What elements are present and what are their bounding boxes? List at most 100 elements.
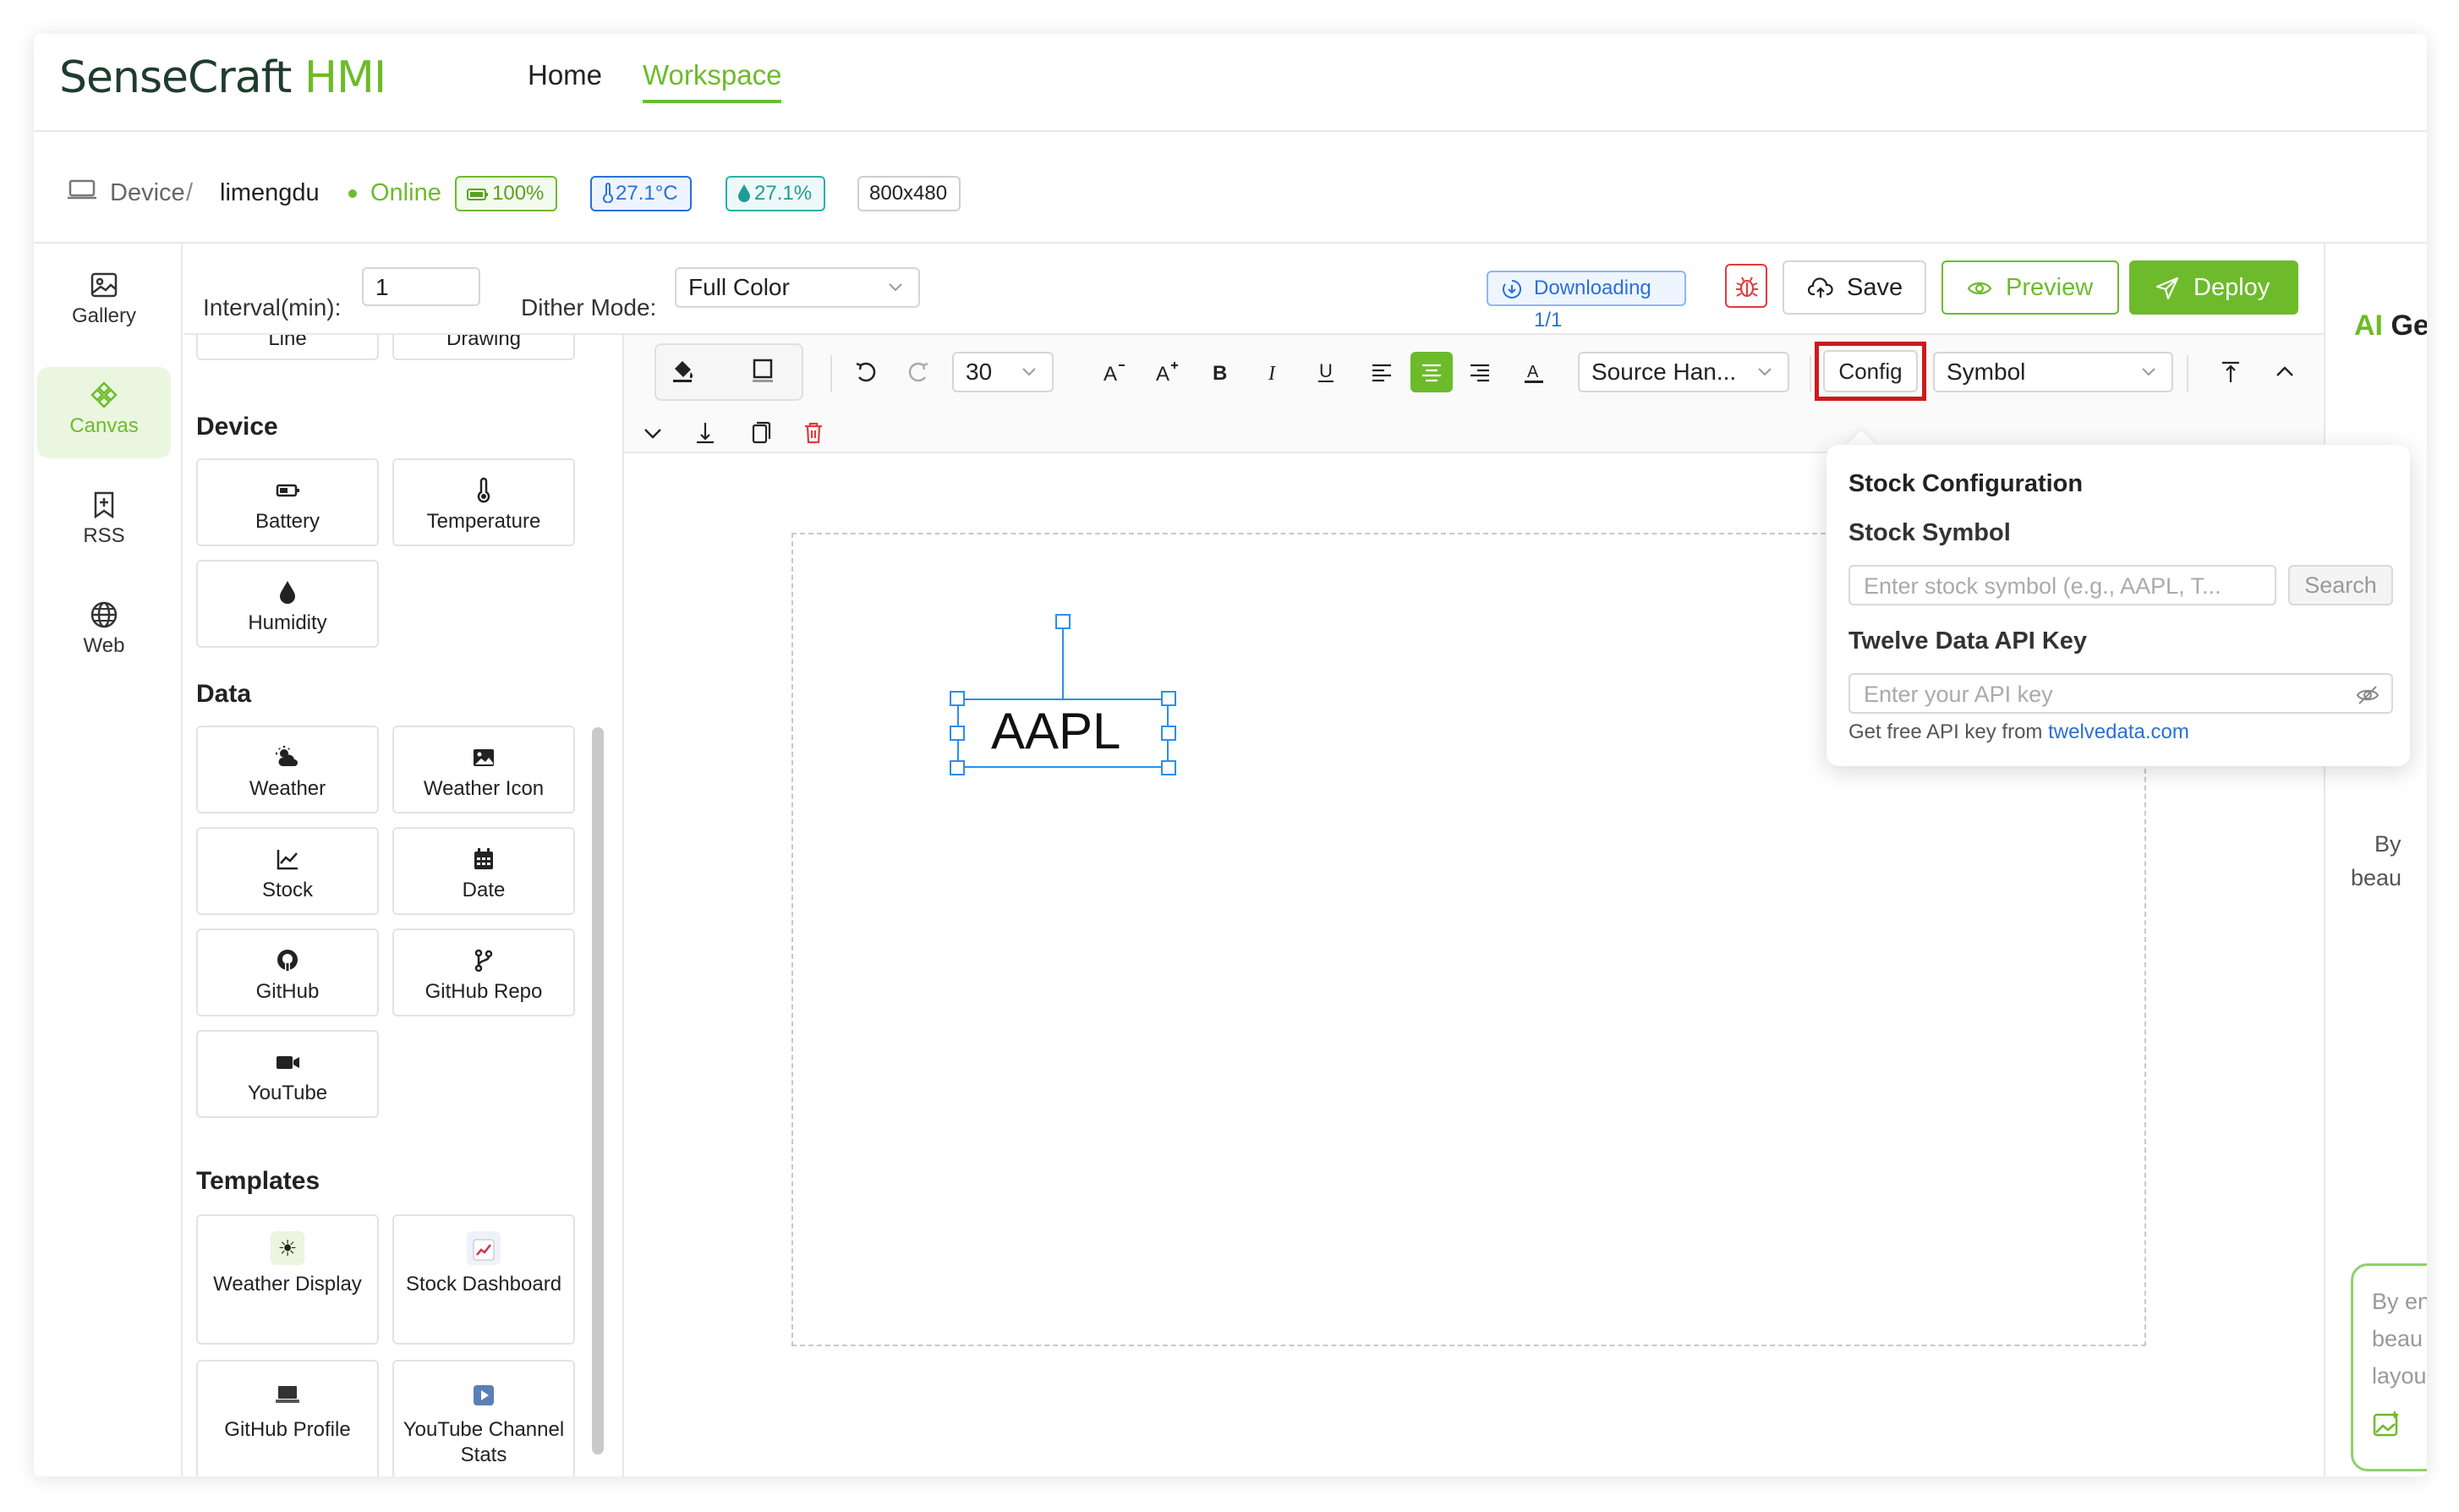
align-right-icon[interactable] — [1466, 359, 1493, 386]
debug-button[interactable] — [1725, 264, 1767, 308]
play-glyph — [474, 1385, 494, 1406]
breadcrumb-separator: / — [186, 179, 194, 206]
widget-github-repo[interactable]: GitHub Repo — [392, 929, 575, 1016]
top-nav: SenseCraft HMI Home Workspace — [34, 34, 2427, 132]
rail-item-web[interactable]: Web — [37, 587, 171, 678]
image-add-icon[interactable] — [2372, 1410, 2402, 1440]
template-weather-display[interactable]: ☀ Weather Display — [196, 1214, 379, 1345]
decrease-font-icon[interactable]: A — [1101, 359, 1128, 386]
line-chart-icon — [277, 850, 298, 870]
widget-youtube[interactable]: YouTube — [196, 1030, 379, 1118]
api-key-input[interactable]: Enter your API key — [1848, 673, 2393, 714]
move-up-icon[interactable] — [2271, 359, 2298, 386]
widget-date[interactable]: Date — [392, 827, 575, 915]
stock-symbol-label: Stock Symbol — [1848, 519, 2011, 546]
template-label: YouTube Channel Stats — [403, 1418, 565, 1466]
bring-to-front-icon[interactable] — [2217, 359, 2244, 386]
deploy-label: Deploy — [2193, 274, 2270, 301]
chevron-down-icon — [2142, 368, 2155, 376]
deploy-button[interactable]: Deploy — [2129, 260, 2298, 315]
template-youtube-channel-stats[interactable]: YouTube Channel Stats — [392, 1360, 575, 1476]
symbol-type-select[interactable]: Symbol — [1933, 352, 2173, 392]
rail-item-rss[interactable]: RSS — [37, 477, 171, 568]
font-family-select[interactable]: Source Han... — [1578, 352, 1789, 392]
resize-handle-e[interactable] — [1161, 726, 1176, 741]
resize-handle-sw[interactable] — [950, 760, 965, 775]
widget-stock[interactable]: Stock — [196, 827, 379, 915]
separator — [830, 355, 832, 392]
widget-label: Weather — [249, 777, 326, 800]
italic-icon[interactable]: I — [1260, 359, 1287, 386]
template-stock-dashboard[interactable]: Stock Dashboard — [392, 1214, 575, 1345]
ai-prompt-input[interactable]: By en beau layou — [2351, 1263, 2427, 1471]
nav-home[interactable]: Home — [528, 59, 602, 91]
laptop-icon — [271, 1377, 304, 1411]
resize-handle-nw[interactable] — [950, 691, 965, 706]
rail-item-canvas[interactable]: Canvas — [37, 367, 171, 458]
widget-weather[interactable]: Weather — [196, 726, 379, 814]
resolution-badge: 800x480 — [857, 176, 961, 211]
widget-temperature[interactable]: Temperature — [392, 458, 575, 546]
api-key-label: Twelve Data API Key — [1848, 627, 2088, 655]
api-key-note: Get free API key from twelvedata.com — [1848, 720, 2189, 744]
dither-select[interactable]: Full Color — [675, 267, 920, 308]
resize-handle-w[interactable] — [950, 726, 965, 741]
align-center-button[interactable] — [1410, 352, 1453, 392]
widget-label: Drawing — [446, 335, 522, 350]
duplicate-icon[interactable] — [746, 419, 773, 446]
underline-icon[interactable]: U — [1312, 359, 1339, 386]
resize-handle-se[interactable] — [1161, 760, 1176, 775]
widget-drawing[interactable]: Drawing — [392, 335, 575, 360]
border-icon[interactable] — [749, 357, 776, 384]
widget-humidity[interactable]: Humidity — [196, 560, 379, 648]
send-icon — [2155, 277, 2179, 300]
preview-button[interactable]: Preview — [1941, 260, 2119, 315]
canvas-icon — [90, 381, 118, 408]
downloading-status[interactable]: Downloading 1/1 — [1487, 271, 1686, 331]
move-down-icon[interactable] — [639, 419, 666, 446]
droplet-icon — [738, 184, 750, 202]
stock-symbol-text[interactable]: AAPL — [991, 702, 1120, 760]
rotate-handle[interactable] — [1055, 614, 1071, 629]
redo-icon[interactable] — [905, 359, 932, 386]
align-left-icon[interactable] — [1368, 359, 1395, 386]
font-size-select[interactable]: 30 — [952, 352, 1054, 392]
widget-battery[interactable]: Battery — [196, 458, 379, 546]
widget-line[interactable]: Line — [196, 335, 379, 360]
increase-font-icon[interactable]: A — [1153, 359, 1180, 386]
stock-symbol-input[interactable]: Enter stock symbol (e.g., AAPL, T... — [1848, 565, 2276, 605]
ai-panel-title: AI Ger — [2354, 310, 2427, 342]
rail-item-gallery[interactable]: Gallery — [37, 257, 171, 348]
breadcrumb-device[interactable]: Device — [110, 179, 185, 207]
template-github-profile[interactable]: GitHub Profile — [196, 1360, 379, 1476]
left-rail: Gallery Canvas RSS Web — [34, 244, 183, 1476]
widget-github[interactable]: GitHub — [196, 929, 379, 1016]
delete-icon[interactable] — [800, 419, 827, 446]
dither-label: Dither Mode: — [521, 294, 657, 320]
eye-off-icon[interactable] — [2356, 683, 2380, 707]
align-center-icon — [1422, 364, 1441, 382]
search-button[interactable]: Search — [2288, 565, 2393, 605]
bold-icon[interactable]: B — [1206, 359, 1233, 386]
send-to-back-icon[interactable] — [692, 419, 719, 446]
battery-value: 100% — [492, 182, 545, 205]
save-button[interactable]: Save — [1783, 260, 1926, 315]
twelvedata-link[interactable]: twelvedata.com — [2048, 720, 2189, 743]
undo-icon[interactable] — [852, 359, 879, 386]
ai-prompt-line: beau — [2372, 1326, 2423, 1351]
widget-weather-icon[interactable]: Weather Icon — [392, 726, 575, 814]
thermometer-icon — [477, 477, 490, 503]
panel-scrollbar[interactable] — [592, 727, 604, 1454]
interval-input[interactable]: 1 — [362, 267, 480, 306]
device-bar: Device / limengdu Online 100% 27.1°C 27.… — [34, 132, 2427, 244]
globe-icon — [90, 601, 118, 628]
nav-workspace[interactable]: Workspace — [643, 59, 782, 103]
widget-label: GitHub Repo — [424, 980, 543, 1003]
template-label: GitHub Profile — [224, 1418, 351, 1441]
device-name: limengdu — [220, 179, 320, 206]
widget-panel: Line Drawing Device Battery Temperature … — [184, 335, 624, 1476]
paint-bucket-icon[interactable] — [670, 357, 697, 384]
resize-handle-ne[interactable] — [1161, 691, 1176, 706]
logo-suffix: HMI — [304, 52, 386, 103]
text-color-icon[interactable]: A — [1520, 359, 1547, 386]
